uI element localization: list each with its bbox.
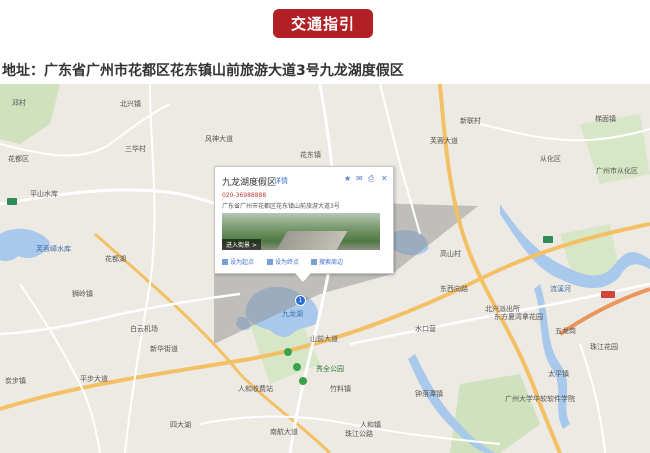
popup-detail-link[interactable]: 详情	[274, 176, 288, 186]
location-marker[interactable]: 1	[295, 295, 306, 306]
map-label: 邓村	[12, 99, 26, 107]
map-label: 四大湖	[170, 421, 191, 429]
favorite-icon[interactable]: ★	[344, 174, 351, 183]
map-label: 从化区	[540, 155, 561, 163]
map-label: 白云机场	[130, 325, 158, 333]
map-label: 水口营	[415, 325, 436, 333]
map-label: 芙蓉大道	[430, 137, 458, 145]
start-icon	[222, 258, 228, 265]
map-label: 新联村	[460, 117, 481, 125]
map-label: 秀全公园	[316, 365, 344, 373]
search-nearby-label: 搜索周边	[319, 259, 344, 266]
map-label: 五龙岗	[555, 327, 576, 335]
set-start-label: 设为起点	[230, 259, 255, 266]
map-label: 平山水库	[30, 190, 58, 198]
map-label: 竹料镇	[330, 385, 351, 393]
street-view-thumbnail[interactable]: 进入街景 >	[222, 213, 380, 250]
address-text: 地址：广东省广州市花都区花东镇山前旅游大道3号九龙湖度假区	[2, 63, 404, 79]
map-label: 珠江公路	[345, 430, 373, 438]
search-icon	[311, 258, 317, 265]
map-label: 平步大道	[80, 375, 108, 383]
map-label: 广州市从化区	[596, 167, 638, 175]
map-label: 北兴镇	[120, 100, 141, 108]
map-label: 风神大道	[205, 135, 233, 143]
map-label: 花都湖	[105, 255, 126, 263]
send-icon[interactable]: ✉	[356, 174, 363, 183]
map-label: 珠江花园	[590, 343, 618, 351]
map-view[interactable]: 邓村 平山水库 花都区 三华村 风神大道 花东镇 北兴镇 九龙湖 芙蓉嶂水库 花…	[0, 84, 650, 453]
map-label: 南航大道	[270, 428, 298, 436]
map-label: 新华街道	[150, 345, 178, 353]
map-label: 钟落潭镇	[415, 390, 443, 398]
popup-pointer	[295, 273, 311, 282]
search-nearby-button[interactable]: 搜索周边	[311, 257, 343, 266]
map-label: 人和收费站	[238, 385, 273, 393]
end-icon	[267, 258, 273, 265]
map-label: 花都区	[8, 155, 29, 163]
map-label: 太平镇	[548, 370, 569, 378]
map-label: 九龙湖	[282, 310, 303, 318]
map-label: 高山村	[440, 250, 461, 258]
map-label: 广州大学华软软件学院	[505, 395, 575, 403]
street-view-link[interactable]: 进入街景 >	[222, 239, 261, 250]
map-label: 芙蓉嶂水库	[36, 245, 71, 253]
traffic-guide-button[interactable]: 交通指引	[273, 9, 373, 38]
map-label: 炭步镇	[5, 377, 26, 385]
map-label: 三华村	[125, 145, 146, 153]
map-label: 花东镇	[300, 151, 321, 159]
set-end-label: 设为终点	[275, 259, 300, 266]
popup-address: 广东省广州市花都区花东镇山前旅游大道3号	[222, 203, 340, 210]
info-popup: 九龙湖度假区 详情 ★ ✉ ⎙ ✕ 020-36988888 广东省广州市花都区…	[214, 166, 394, 282]
map-label: 山前大道	[310, 335, 338, 343]
popup-phone: 020-36988888	[222, 192, 267, 199]
set-start-button[interactable]: 设为起点	[222, 257, 254, 266]
close-icon[interactable]: ✕	[381, 174, 388, 183]
map-label: 流溪河	[550, 285, 571, 293]
set-end-button[interactable]: 设为终点	[267, 257, 299, 266]
print-icon[interactable]: ⎙	[368, 174, 374, 184]
map-label: 狮岭镇	[72, 290, 93, 298]
map-label: 东西向路	[440, 285, 468, 293]
map-label: 梯面镇	[595, 115, 616, 123]
map-label: 东方夏湾拿花园	[494, 313, 543, 321]
popup-title: 九龙湖度假区	[222, 178, 277, 188]
